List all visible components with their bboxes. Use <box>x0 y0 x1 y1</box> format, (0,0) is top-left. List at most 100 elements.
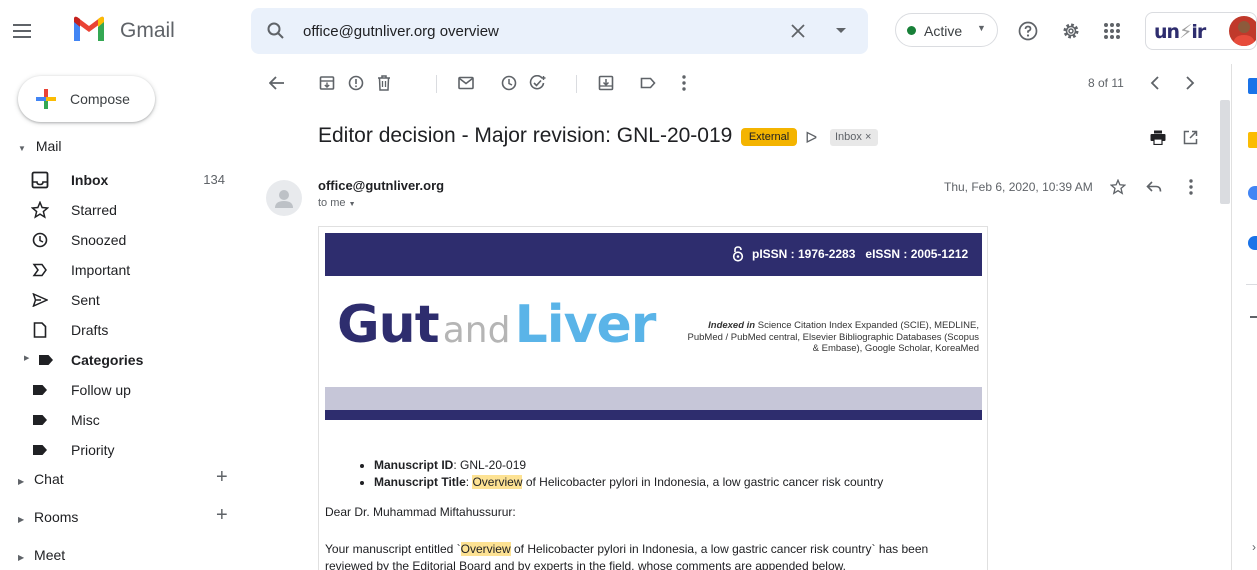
caret-right-icon: ▶ <box>18 477 25 486</box>
get-addons-plus-icon[interactable] <box>1250 316 1257 318</box>
banner-band-light <box>325 387 982 410</box>
unread-count: 134 <box>203 172 225 187</box>
chat-section-label: Chat <box>34 471 64 487</box>
inbox-icon <box>30 170 50 190</box>
sidebar-item-follow-up[interactable]: Follow up <box>0 375 250 405</box>
contacts-icon[interactable] <box>1248 236 1257 250</box>
sidebar-item-priority[interactable]: Priority <box>0 435 250 465</box>
archive-icon[interactable] <box>317 73 337 93</box>
sidebar-item-sent[interactable]: Sent <box>0 285 250 315</box>
account-switcher[interactable]: un⚡ir <box>1145 12 1257 50</box>
new-room-plus-icon[interactable]: + <box>216 504 228 527</box>
manuscript-details: Manuscript ID: GNL-20-019 Manuscript Tit… <box>374 457 974 491</box>
mark-unread-icon[interactable] <box>456 73 476 93</box>
indexing-info: Indexed in Science Citation Index Expand… <box>679 320 980 355</box>
snooze-clock-icon[interactable] <box>499 73 519 93</box>
search-input[interactable] <box>303 20 773 42</box>
journal-logo: Gut and Liver <box>337 295 656 355</box>
avatar[interactable] <box>1229 16 1256 46</box>
keep-icon[interactable] <box>1248 132 1257 148</box>
chat-section-toggle[interactable]: ▶ Chat <box>18 471 64 487</box>
body-paragraph: Your manuscript entitled `Overview of He… <box>325 541 975 570</box>
more-vertical-icon[interactable] <box>674 73 694 93</box>
apps-grid-icon[interactable] <box>1101 20 1123 42</box>
calendar-icon[interactable] <box>1248 78 1257 94</box>
compose-label: Compose <box>70 91 130 107</box>
sender-email[interactable]: office@gutnliver.org <box>318 178 444 193</box>
pagination-text: 8 of 11 <box>1088 76 1124 90</box>
recipient-details-toggle[interactable]: to me ▼ <box>318 197 356 209</box>
inbox-chip-label: Inbox <box>835 131 862 143</box>
scrollbar-thumb[interactable] <box>1220 100 1230 204</box>
caret-right-icon[interactable]: ▶ <box>24 354 29 362</box>
sidebar-item-misc[interactable]: Misc <box>0 405 250 435</box>
caret-right-icon: ▶ <box>18 553 25 562</box>
search-icon[interactable] <box>265 20 287 42</box>
organization-logo: un⚡ir <box>1154 21 1206 43</box>
sidebar-item-starred[interactable]: Starred <box>0 195 250 225</box>
older-chevron-right-icon[interactable] <box>1180 73 1200 93</box>
mail-section-toggle[interactable]: ▼ Mail <box>18 138 61 154</box>
manuscript-title-row: Manuscript Title: Overview of Helicobact… <box>374 474 974 491</box>
sidebar-item-label: Categories <box>71 352 144 368</box>
label-icon <box>36 350 56 370</box>
sidebar-item-inbox[interactable]: Inbox 134 <box>0 165 250 195</box>
sender-avatar[interactable] <box>266 180 302 216</box>
chevron-down-icon: ▼ <box>348 201 356 208</box>
newer-chevron-left-icon[interactable] <box>1145 73 1165 93</box>
sidebar-item-drafts[interactable]: Drafts <box>0 315 250 345</box>
manuscript-id-row: Manuscript ID: GNL-20-019 <box>374 457 974 474</box>
move-to-icon[interactable] <box>596 73 616 93</box>
greeting-text: Dear Dr. Muhammad Miftahussurur: <box>325 505 516 519</box>
banner-band-dark <box>325 410 982 420</box>
sidebar-item-snoozed[interactable]: Snoozed <box>0 225 250 255</box>
remove-label-icon[interactable]: × <box>865 131 871 143</box>
status-label: Active <box>924 23 963 39</box>
star-icon <box>30 200 50 220</box>
gmail-logo-icon[interactable] <box>72 15 106 43</box>
new-chat-plus-icon[interactable]: + <box>216 466 228 489</box>
open-new-window-icon[interactable] <box>1180 127 1200 147</box>
trash-icon[interactable] <box>374 73 394 93</box>
message-more-icon[interactable] <box>1182 178 1200 196</box>
side-panel: › <box>1231 64 1257 570</box>
inbox-label-chip: Inbox × <box>830 129 878 146</box>
rooms-section-label: Rooms <box>34 509 79 525</box>
report-spam-icon[interactable] <box>346 73 366 93</box>
paragraph-line-1: of Helicobacter pylori in Indonesia, a l… <box>510 542 929 556</box>
top-header: Gmail Active ▼ un⚡ir <box>0 0 1257 64</box>
main-menu-icon[interactable] <box>12 20 34 42</box>
sidebar-item-categories[interactable]: ▶ Categories <box>0 345 250 375</box>
draft-icon <box>30 320 50 340</box>
label-icon <box>30 380 50 400</box>
gear-icon[interactable] <box>1060 20 1082 42</box>
clear-search-icon[interactable] <box>788 21 808 41</box>
panel-divider <box>1246 284 1257 285</box>
paragraph-line-2: reviewed by the Editorial Board and by e… <box>325 559 846 570</box>
star-icon[interactable] <box>1109 178 1127 196</box>
meet-section-toggle[interactable]: ▶ Meet <box>18 547 65 563</box>
manuscript-title-value: of Helicobacter pylori in Indonesia, a l… <box>522 475 884 489</box>
sidebar-item-important[interactable]: Important <box>0 255 250 285</box>
rooms-section-toggle[interactable]: ▶ Rooms <box>18 509 78 525</box>
reply-icon[interactable] <box>1145 178 1163 196</box>
expand-panel-icon[interactable]: › <box>1252 540 1256 554</box>
compose-button[interactable]: Compose <box>18 76 155 122</box>
sidebar-item-label: Drafts <box>71 322 109 338</box>
search-options-icon[interactable] <box>831 21 851 41</box>
search-highlight: Overview <box>460 542 511 556</box>
open-access-icon <box>732 246 744 262</box>
label-icon[interactable] <box>638 73 658 93</box>
important-marker-icon[interactable]: ᐅ <box>805 128 817 148</box>
clock-icon <box>30 230 50 250</box>
caret-down-icon: ▼ <box>18 144 26 153</box>
status-selector[interactable]: Active ▼ <box>895 13 998 47</box>
print-icon[interactable] <box>1148 127 1168 147</box>
back-arrow-icon[interactable] <box>267 73 287 93</box>
tasks-icon[interactable] <box>1248 186 1257 200</box>
sidebar-item-label: Inbox <box>71 172 109 188</box>
journal-banner: pISSN : 1976-2283 eISSN : 2005-1212 <box>325 233 982 276</box>
add-to-tasks-icon[interactable] <box>528 73 548 93</box>
help-icon[interactable] <box>1017 20 1039 42</box>
logo-word-gut: Gut <box>337 295 440 355</box>
